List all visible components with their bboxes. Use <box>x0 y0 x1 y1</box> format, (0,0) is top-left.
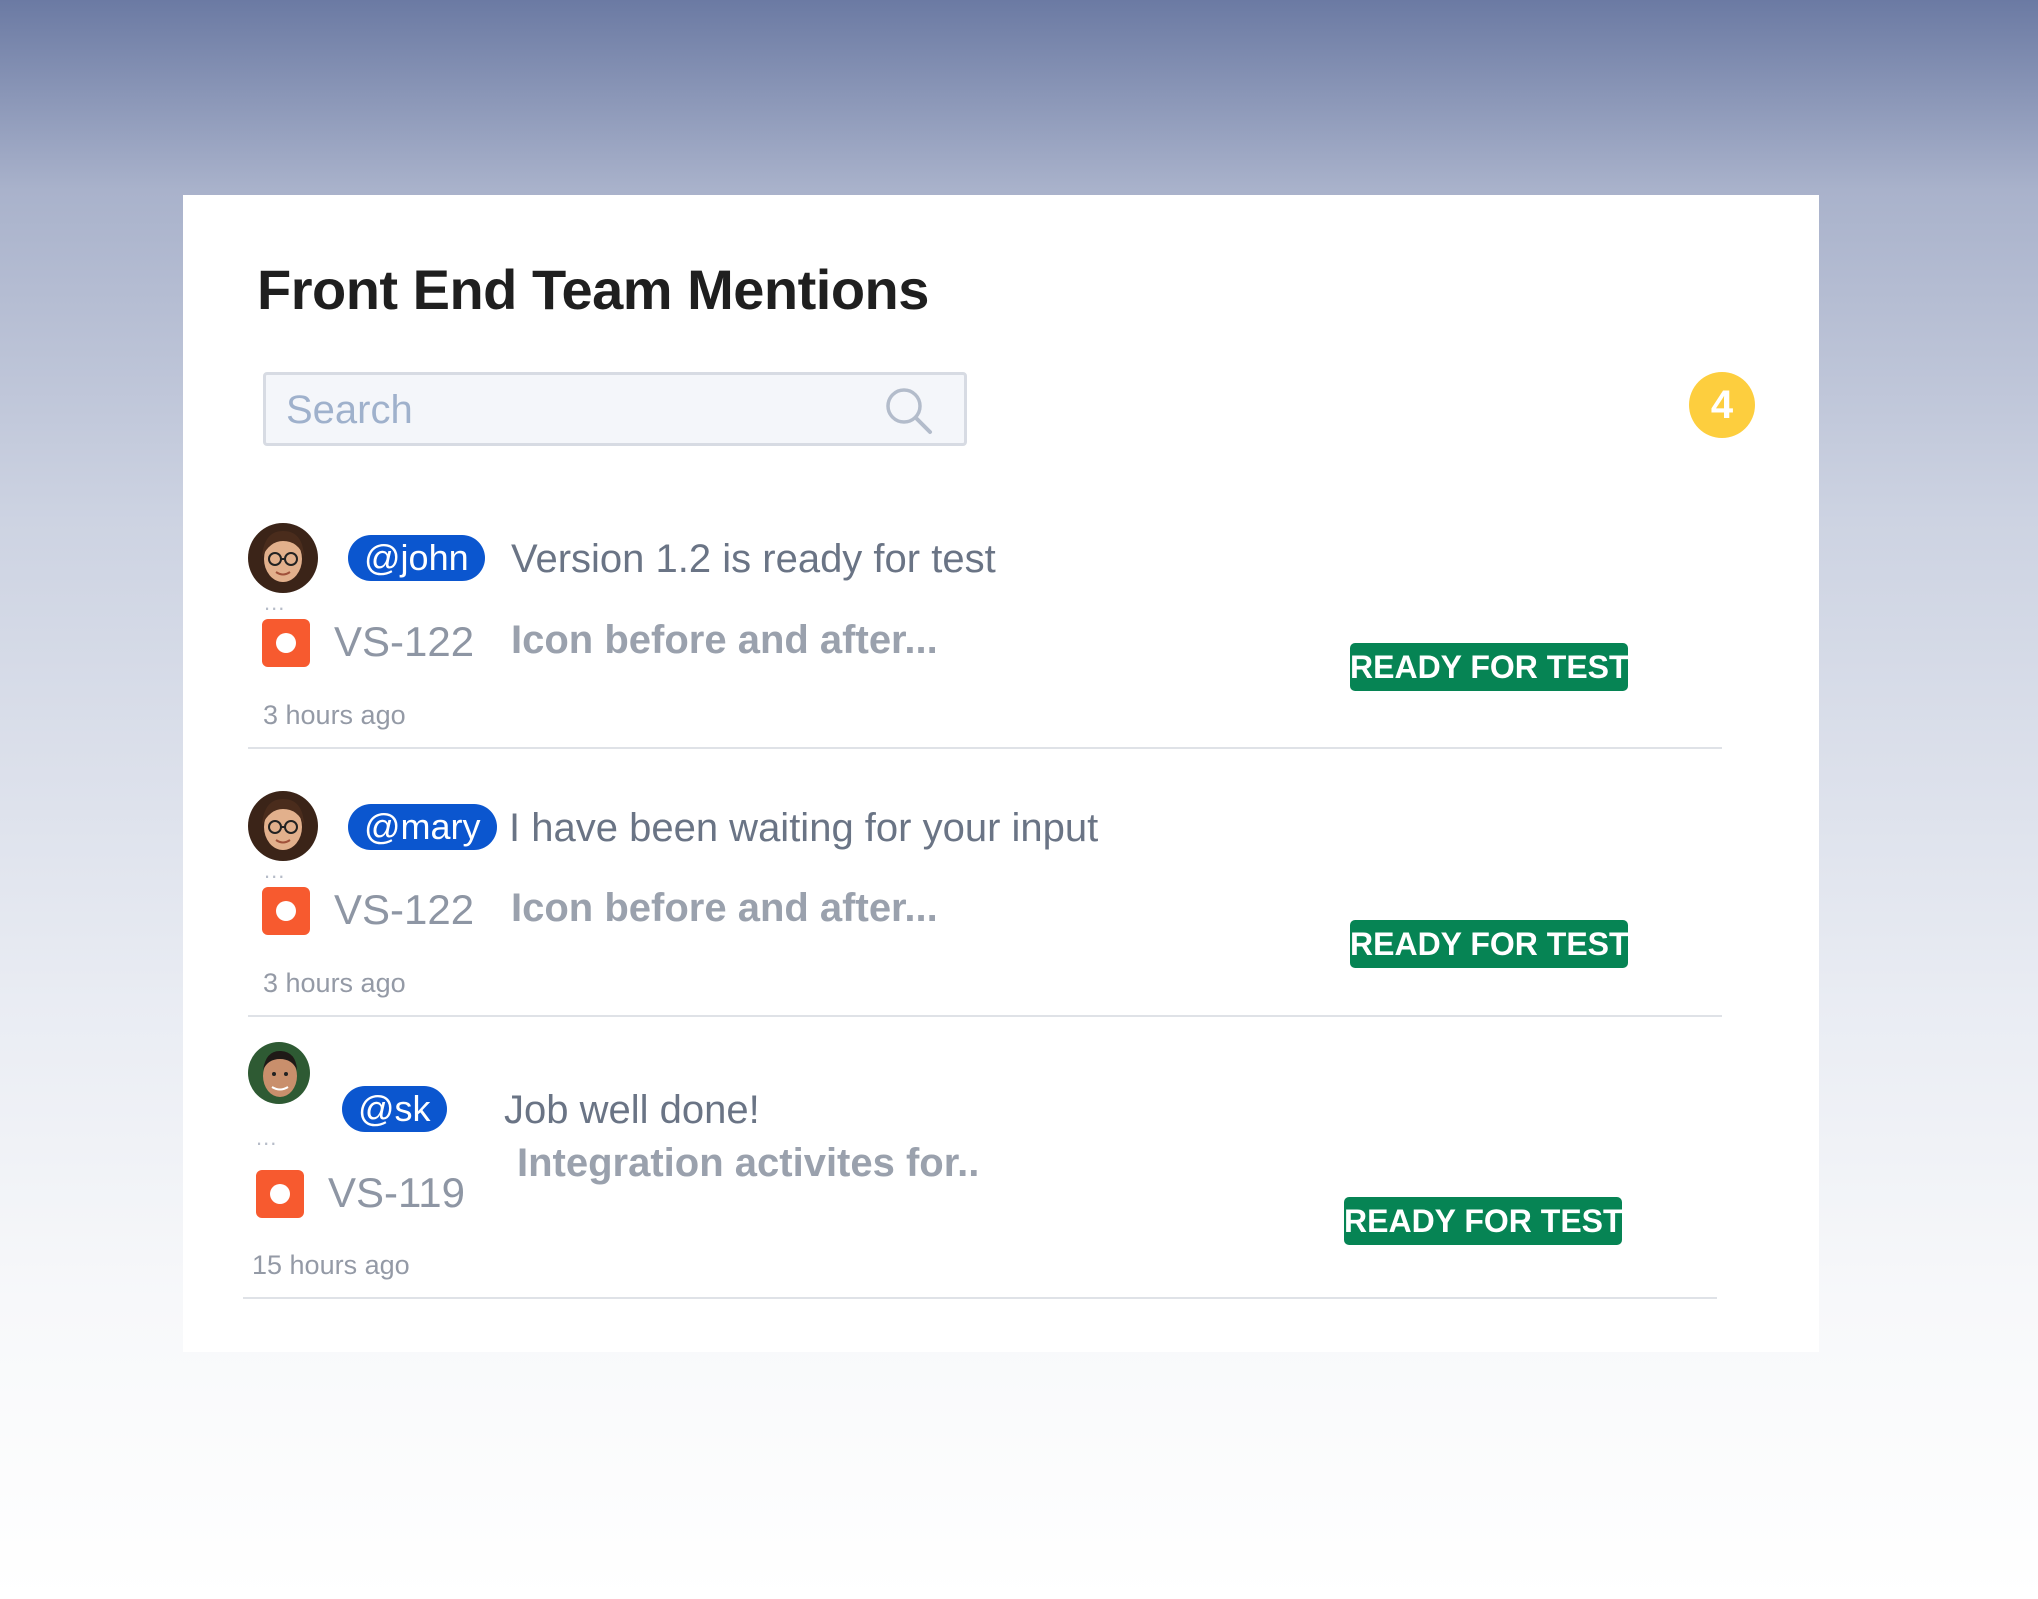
timestamp: 3 hours ago <box>263 700 406 730</box>
issue-type-icon <box>262 619 310 667</box>
search-icon[interactable] <box>882 384 936 438</box>
search-input[interactable] <box>286 383 866 437</box>
mention-message: Job well done! <box>504 1088 760 1132</box>
issue-summary[interactable]: Icon before and after... <box>511 886 938 931</box>
divider <box>248 747 1722 749</box>
divider <box>248 1015 1722 1017</box>
issue-type-icon <box>256 1170 304 1218</box>
issue-summary[interactable]: Integration activites for.. <box>517 1141 979 1186</box>
avatar[interactable] <box>248 1042 310 1104</box>
more-dots[interactable]: ... <box>256 1127 277 1149</box>
avatar[interactable] <box>248 791 318 861</box>
mention-user-tag[interactable]: @john <box>348 535 485 581</box>
mention-user-tag[interactable]: @mary <box>348 804 497 850</box>
timestamp: 3 hours ago <box>263 968 406 998</box>
more-dots[interactable]: ... <box>264 860 285 882</box>
mention-user-tag[interactable]: @sk <box>342 1086 447 1132</box>
status-badge: READY FOR TEST <box>1344 1197 1623 1245</box>
more-dots[interactable]: ... <box>264 592 285 614</box>
avatar[interactable] <box>248 523 318 593</box>
search-box[interactable] <box>263 372 967 446</box>
issue-type-icon <box>262 887 310 935</box>
mention-message: I have been waiting for your input <box>509 806 1099 850</box>
timestamp: 15 hours ago <box>252 1250 410 1280</box>
status-badge: READY FOR TEST <box>1350 920 1629 968</box>
status-badge: READY FOR TEST <box>1350 643 1629 691</box>
page-title: Front End Team Mentions <box>257 258 929 321</box>
issue-key-link[interactable]: VS-122 <box>334 886 474 934</box>
mention-message: Version 1.2 is ready for test <box>511 537 996 581</box>
issue-summary[interactable]: Icon before and after... <box>511 618 938 663</box>
divider <box>243 1297 1717 1299</box>
mention-count-badge[interactable]: 4 <box>1689 372 1755 438</box>
issue-key-link[interactable]: VS-119 <box>328 1169 465 1217</box>
mentions-card: Front End Team Mentions 4 ... @john Vers… <box>183 195 1819 1352</box>
issue-key-link[interactable]: VS-122 <box>334 618 474 666</box>
